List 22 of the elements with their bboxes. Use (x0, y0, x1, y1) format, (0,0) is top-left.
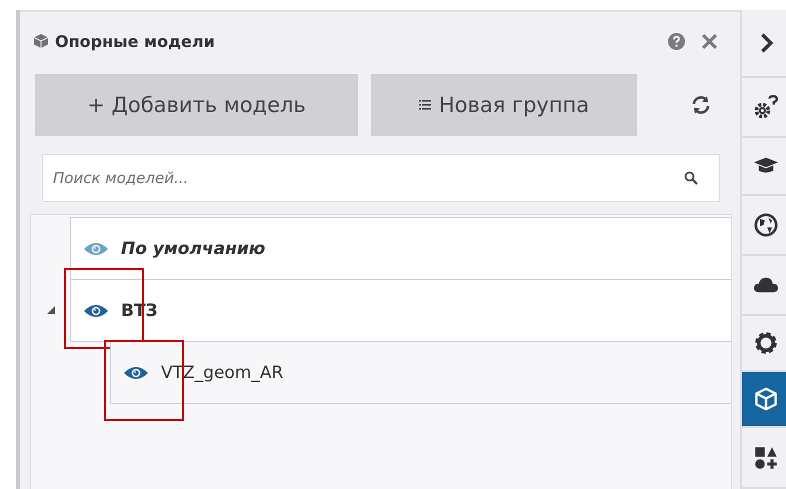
list-icon (418, 100, 431, 110)
search-icon (684, 171, 698, 185)
panel-title: Опорные модели (55, 32, 215, 50)
tree-row[interactable]: По умолчанию (70, 217, 731, 280)
tree-label: По умолчанию (121, 238, 266, 258)
shapes-icon (754, 446, 778, 470)
sidebar-tab[interactable] (742, 372, 786, 428)
gear-question-icon (754, 95, 778, 119)
eye-icon[interactable] (83, 240, 109, 256)
search-field[interactable]: Поиск моделей... (42, 154, 720, 202)
globe-icon (754, 213, 778, 237)
cube-icon (754, 387, 778, 411)
help-icon[interactable] (668, 32, 685, 50)
gear-icon (754, 331, 778, 355)
eye-icon[interactable] (83, 302, 109, 318)
refresh-icon[interactable] (690, 94, 712, 116)
add-model-button[interactable]: + Добавить модель (35, 74, 358, 136)
eye-icon[interactable] (123, 364, 149, 380)
cube-icon (33, 33, 49, 49)
expand-triangle-icon[interactable] (46, 306, 54, 314)
close-icon[interactable] (701, 32, 718, 50)
new-group-button[interactable]: Новая группа (371, 74, 637, 136)
